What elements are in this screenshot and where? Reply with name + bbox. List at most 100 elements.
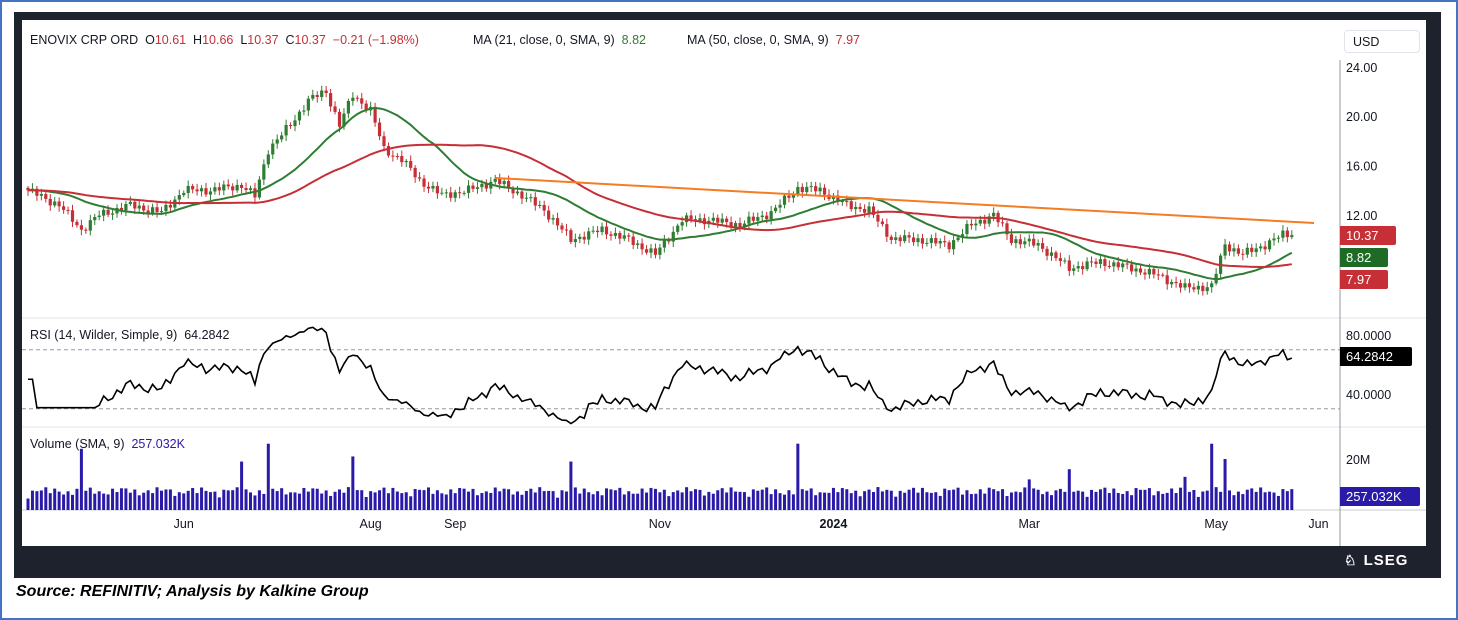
volume-bar — [898, 490, 902, 510]
candle-body — [822, 187, 827, 195]
volume-bar — [524, 490, 528, 510]
candle-body — [1170, 281, 1174, 285]
candle-body — [155, 207, 159, 212]
volume-bar — [160, 490, 163, 510]
volume-bar — [475, 495, 479, 510]
volume-bar — [177, 492, 181, 510]
candle-body — [582, 236, 586, 240]
candle-body — [48, 198, 52, 206]
volume-bar — [912, 487, 916, 510]
volume-bar — [191, 488, 195, 510]
candle-body — [440, 192, 444, 194]
volume-bar — [952, 489, 956, 510]
volume-bar — [71, 494, 74, 510]
volume-bar — [1281, 489, 1285, 510]
candle-body — [1076, 266, 1080, 269]
volume-bar — [128, 492, 132, 510]
candle-body — [587, 231, 591, 240]
candle-body — [1165, 275, 1169, 285]
volume-bar — [1036, 489, 1040, 510]
candle-body — [75, 221, 79, 226]
candle-body — [404, 160, 408, 163]
volume-bar — [916, 492, 920, 510]
volume-bar — [605, 488, 608, 510]
candle-body — [1276, 237, 1281, 239]
candle-body — [720, 218, 724, 223]
candle-body — [1183, 283, 1187, 288]
candle-body — [311, 95, 315, 99]
volume-bar — [164, 489, 168, 510]
candle-body — [600, 226, 604, 233]
volume-bar — [551, 491, 555, 510]
volume-bar — [600, 495, 604, 510]
volume-bar — [578, 493, 582, 510]
high-value: 10.66 — [202, 33, 234, 47]
candle-body — [911, 237, 916, 243]
volume-bar — [711, 493, 715, 510]
candle-body — [1134, 268, 1138, 272]
volume-bar — [266, 443, 270, 510]
candle-body — [1054, 252, 1058, 259]
candle-body — [596, 230, 600, 233]
volume-bar — [943, 488, 947, 510]
candle-body — [186, 185, 190, 194]
candle-body — [426, 186, 431, 189]
volume-bar — [44, 487, 48, 510]
candle-body — [235, 184, 239, 191]
volume-bar — [53, 488, 57, 510]
volume-bar — [774, 489, 778, 510]
candle-body — [636, 243, 640, 245]
candle-body — [555, 218, 560, 226]
candle-body — [1072, 268, 1076, 271]
volume-bar — [1134, 488, 1138, 510]
volume-bar — [840, 488, 844, 510]
rsi-tick-label: 80.0000 — [1346, 329, 1391, 343]
candle-body — [493, 178, 497, 182]
volume-bar — [529, 488, 533, 510]
volume-bar — [1107, 493, 1111, 510]
candle-body — [128, 201, 132, 205]
candle-body — [257, 179, 261, 198]
volume-bar — [311, 488, 315, 510]
candle-body — [79, 225, 83, 230]
legend-ma50: MA (50, close, 0, SMA, 9) 7.97 — [687, 33, 860, 47]
candle-body — [1263, 246, 1267, 250]
currency-button[interactable]: USD — [1344, 30, 1420, 53]
high-label: H — [193, 33, 203, 47]
volume-bar — [783, 494, 786, 510]
volume-bar — [498, 491, 502, 510]
volume-bar — [907, 489, 911, 510]
candle-body — [146, 210, 150, 213]
candle-body — [106, 209, 110, 215]
candle-body — [867, 206, 871, 213]
candle-body — [1023, 241, 1027, 245]
volume-bar — [1005, 496, 1009, 510]
candle-body — [208, 191, 213, 195]
volume-bar — [1223, 459, 1227, 510]
candle-body — [449, 192, 453, 198]
volume-bar — [249, 492, 252, 510]
volume-bar — [155, 487, 159, 510]
volume-bar — [725, 492, 729, 510]
candle-body — [613, 232, 617, 236]
volume-bar — [1259, 487, 1263, 510]
volume-bar — [271, 488, 275, 510]
volume-bar — [609, 489, 613, 510]
volume-bar — [738, 491, 742, 510]
symbol-name: ENOVIX CRP ORD — [30, 33, 139, 47]
candle-body — [1041, 243, 1045, 249]
candle-body — [778, 204, 782, 208]
candle-body — [849, 201, 853, 210]
volume-bar — [653, 488, 657, 510]
volume-bar — [111, 488, 115, 510]
volume-bar — [1245, 489, 1249, 510]
candle-body — [676, 225, 680, 232]
volume-bar — [226, 490, 230, 510]
candle-body — [1081, 266, 1085, 270]
candle-body — [66, 209, 70, 211]
volume-bar — [369, 491, 373, 510]
candle-body — [182, 193, 186, 196]
candle-body — [978, 219, 982, 224]
price-tag: 10.37 — [1340, 226, 1396, 245]
chart-svg[interactable]: 24.00 20.00 16.00 12.00 80.0000 40.0000 20M Jun… — [22, 20, 1426, 546]
